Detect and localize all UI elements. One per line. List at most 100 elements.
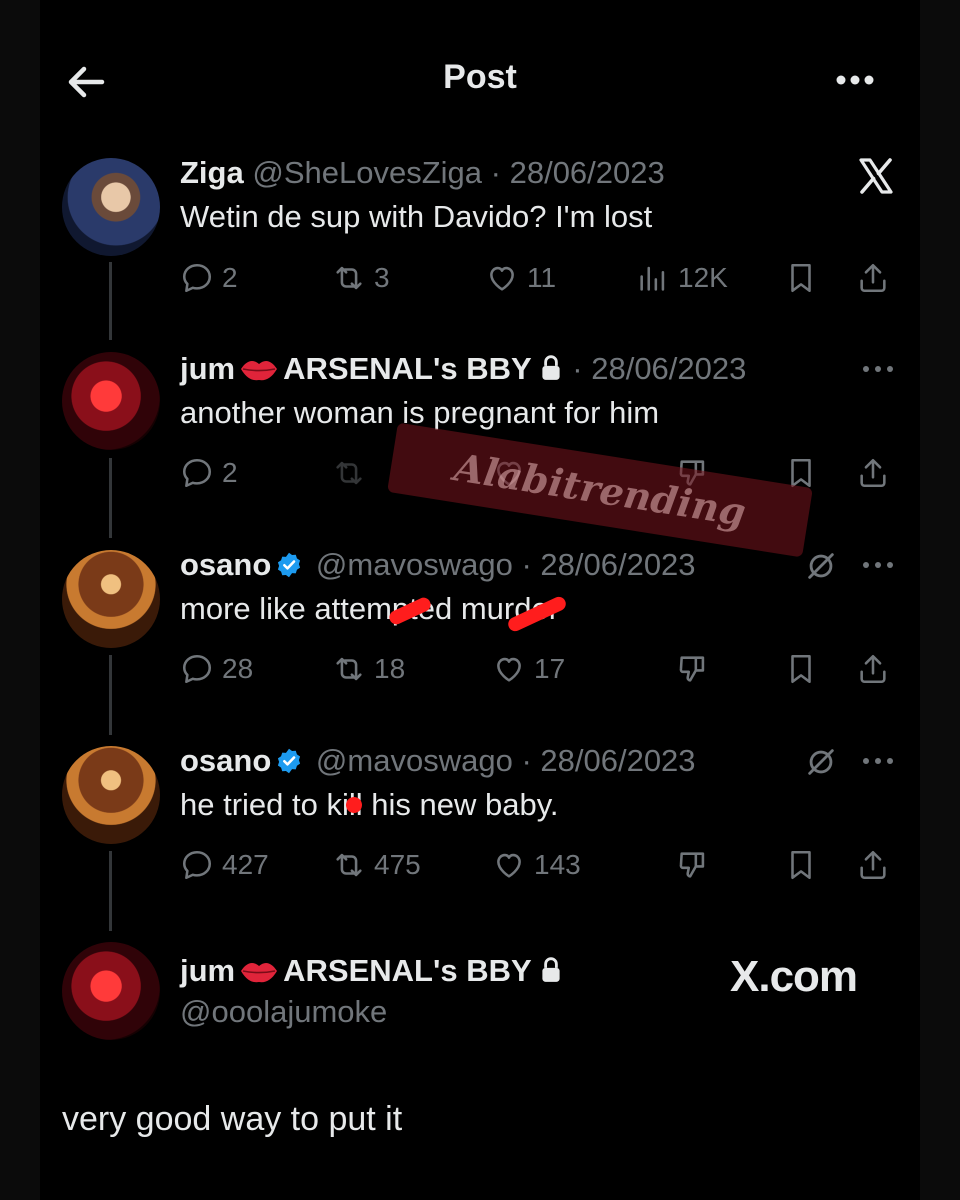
reply-count: 427 xyxy=(222,849,269,880)
like-count: 11 xyxy=(527,262,557,293)
share-icon xyxy=(856,456,890,490)
dislike-button[interactable] xyxy=(676,845,710,885)
timestamp[interactable]: 28/06/2023 xyxy=(591,351,746,386)
repost-icon xyxy=(332,652,366,686)
avatar[interactable] xyxy=(62,550,160,648)
brand-badge: X.com xyxy=(730,952,858,1001)
lock-icon xyxy=(538,354,564,382)
username[interactable]: @SheLovesZiga xyxy=(252,155,482,190)
repost-count: 18 xyxy=(374,653,406,684)
repost-count: 475 xyxy=(374,849,421,880)
reply-button[interactable]: 28 xyxy=(180,649,253,689)
separator: · xyxy=(521,743,532,778)
like-button[interactable]: 11 xyxy=(485,258,556,298)
reply-author-handle: @ooolajumoke xyxy=(180,994,387,1030)
avatar[interactable] xyxy=(62,158,160,256)
timestamp[interactable]: 28/06/2023 xyxy=(540,743,695,778)
share-button[interactable] xyxy=(856,453,890,493)
name-prefix: jum xyxy=(180,351,236,386)
avatar[interactable] xyxy=(62,942,160,1040)
name-prefix: jum xyxy=(180,953,236,988)
bookmark-icon xyxy=(784,848,818,882)
reply-button[interactable]: 2 xyxy=(180,453,238,493)
bookmark-button[interactable] xyxy=(784,258,818,298)
post-screen: Post Ziga @SheLovesZiga · 28/06/2023 Wet… xyxy=(40,0,920,1200)
repost-button[interactable]: 475 xyxy=(332,845,421,885)
more-horizontal-icon[interactable] xyxy=(858,359,898,379)
grok-icon[interactable] xyxy=(804,549,838,583)
bookmark-icon xyxy=(784,261,818,295)
reply-count: 28 xyxy=(222,653,254,684)
separator: · xyxy=(490,155,501,190)
heart-icon xyxy=(492,652,526,686)
page-title: Post xyxy=(443,58,517,96)
repost-icon xyxy=(332,848,366,882)
repost-button xyxy=(332,453,366,493)
dislike-icon xyxy=(676,652,710,686)
timestamp[interactable]: 28/06/2023 xyxy=(510,155,665,190)
share-button[interactable] xyxy=(856,258,890,298)
reply-text: very good way to put it xyxy=(62,1100,403,1138)
top-bar: Post xyxy=(40,0,920,160)
views-button[interactable]: 12K xyxy=(636,258,728,298)
tweet-header: jum ARSENAL's BBY · 28/06/2023 xyxy=(180,351,746,387)
x-logo-icon xyxy=(856,156,896,196)
display-name[interactable]: jum ARSENAL's BBY xyxy=(180,351,532,386)
share-button[interactable] xyxy=(856,845,890,885)
frame-right xyxy=(920,0,960,1200)
repost-button[interactable]: 3 xyxy=(332,258,390,298)
lips-icon xyxy=(239,355,279,383)
more-horizontal-icon[interactable] xyxy=(830,60,880,100)
dislike-icon xyxy=(676,848,710,882)
like-count: 143 xyxy=(534,849,581,880)
share-icon xyxy=(856,652,890,686)
more-horizontal-icon[interactable] xyxy=(858,751,898,771)
grok-icon[interactable] xyxy=(804,745,838,779)
username[interactable]: @mavoswago xyxy=(316,743,513,778)
repost-count: 3 xyxy=(374,262,390,293)
repost-icon xyxy=(332,456,366,490)
frame-left xyxy=(0,0,40,1200)
tweet-header: Ziga @SheLovesZiga · 28/06/2023 xyxy=(180,155,665,191)
like-button[interactable]: 17 xyxy=(492,649,565,689)
verified-badge-icon xyxy=(275,551,303,579)
share-button[interactable] xyxy=(856,649,890,689)
repost-icon xyxy=(332,261,366,295)
avatar[interactable] xyxy=(62,352,160,450)
display-name[interactable]: osano xyxy=(180,547,271,582)
reply-author-name: jum ARSENAL's BBY xyxy=(180,953,564,989)
reply-icon xyxy=(180,456,214,490)
timestamp[interactable]: 28/06/2023 xyxy=(540,547,695,582)
repost-button[interactable]: 18 xyxy=(332,649,405,689)
reply-icon xyxy=(180,848,214,882)
username[interactable]: @mavoswago xyxy=(316,547,513,582)
reply-icon xyxy=(180,261,214,295)
avatar[interactable] xyxy=(62,746,160,844)
heart-icon xyxy=(492,848,526,882)
views-icon xyxy=(636,261,670,295)
bookmark-button[interactable] xyxy=(784,845,818,885)
thread-connector xyxy=(109,262,112,340)
display-name[interactable]: jum ARSENAL's BBY xyxy=(180,953,532,988)
display-name[interactable]: osano xyxy=(180,743,271,778)
tweet-text: he tried to kill his new baby. xyxy=(180,787,559,822)
name-suffix: ARSENAL's BBY xyxy=(283,351,532,386)
name-suffix: ARSENAL's BBY xyxy=(283,953,532,988)
bookmark-button[interactable] xyxy=(784,649,818,689)
display-name[interactable]: Ziga xyxy=(180,155,244,190)
action-bar: 427 475 143 xyxy=(180,845,900,885)
action-bar: 28 18 17 xyxy=(180,649,900,689)
reply-count: 2 xyxy=(222,262,238,293)
like-button[interactable]: 143 xyxy=(492,845,581,885)
username[interactable]: @ooolajumoke xyxy=(180,994,387,1029)
verified-badge-icon xyxy=(275,747,303,775)
lock-icon xyxy=(538,956,564,984)
more-horizontal-icon[interactable] xyxy=(858,555,898,575)
thread-connector xyxy=(109,851,112,931)
reply-button[interactable]: 2 xyxy=(180,258,238,298)
dislike-button[interactable] xyxy=(676,649,710,689)
reply-icon xyxy=(180,652,214,686)
thread-connector xyxy=(109,458,112,538)
reply-button[interactable]: 427 xyxy=(180,845,269,885)
bookmark-icon xyxy=(784,652,818,686)
